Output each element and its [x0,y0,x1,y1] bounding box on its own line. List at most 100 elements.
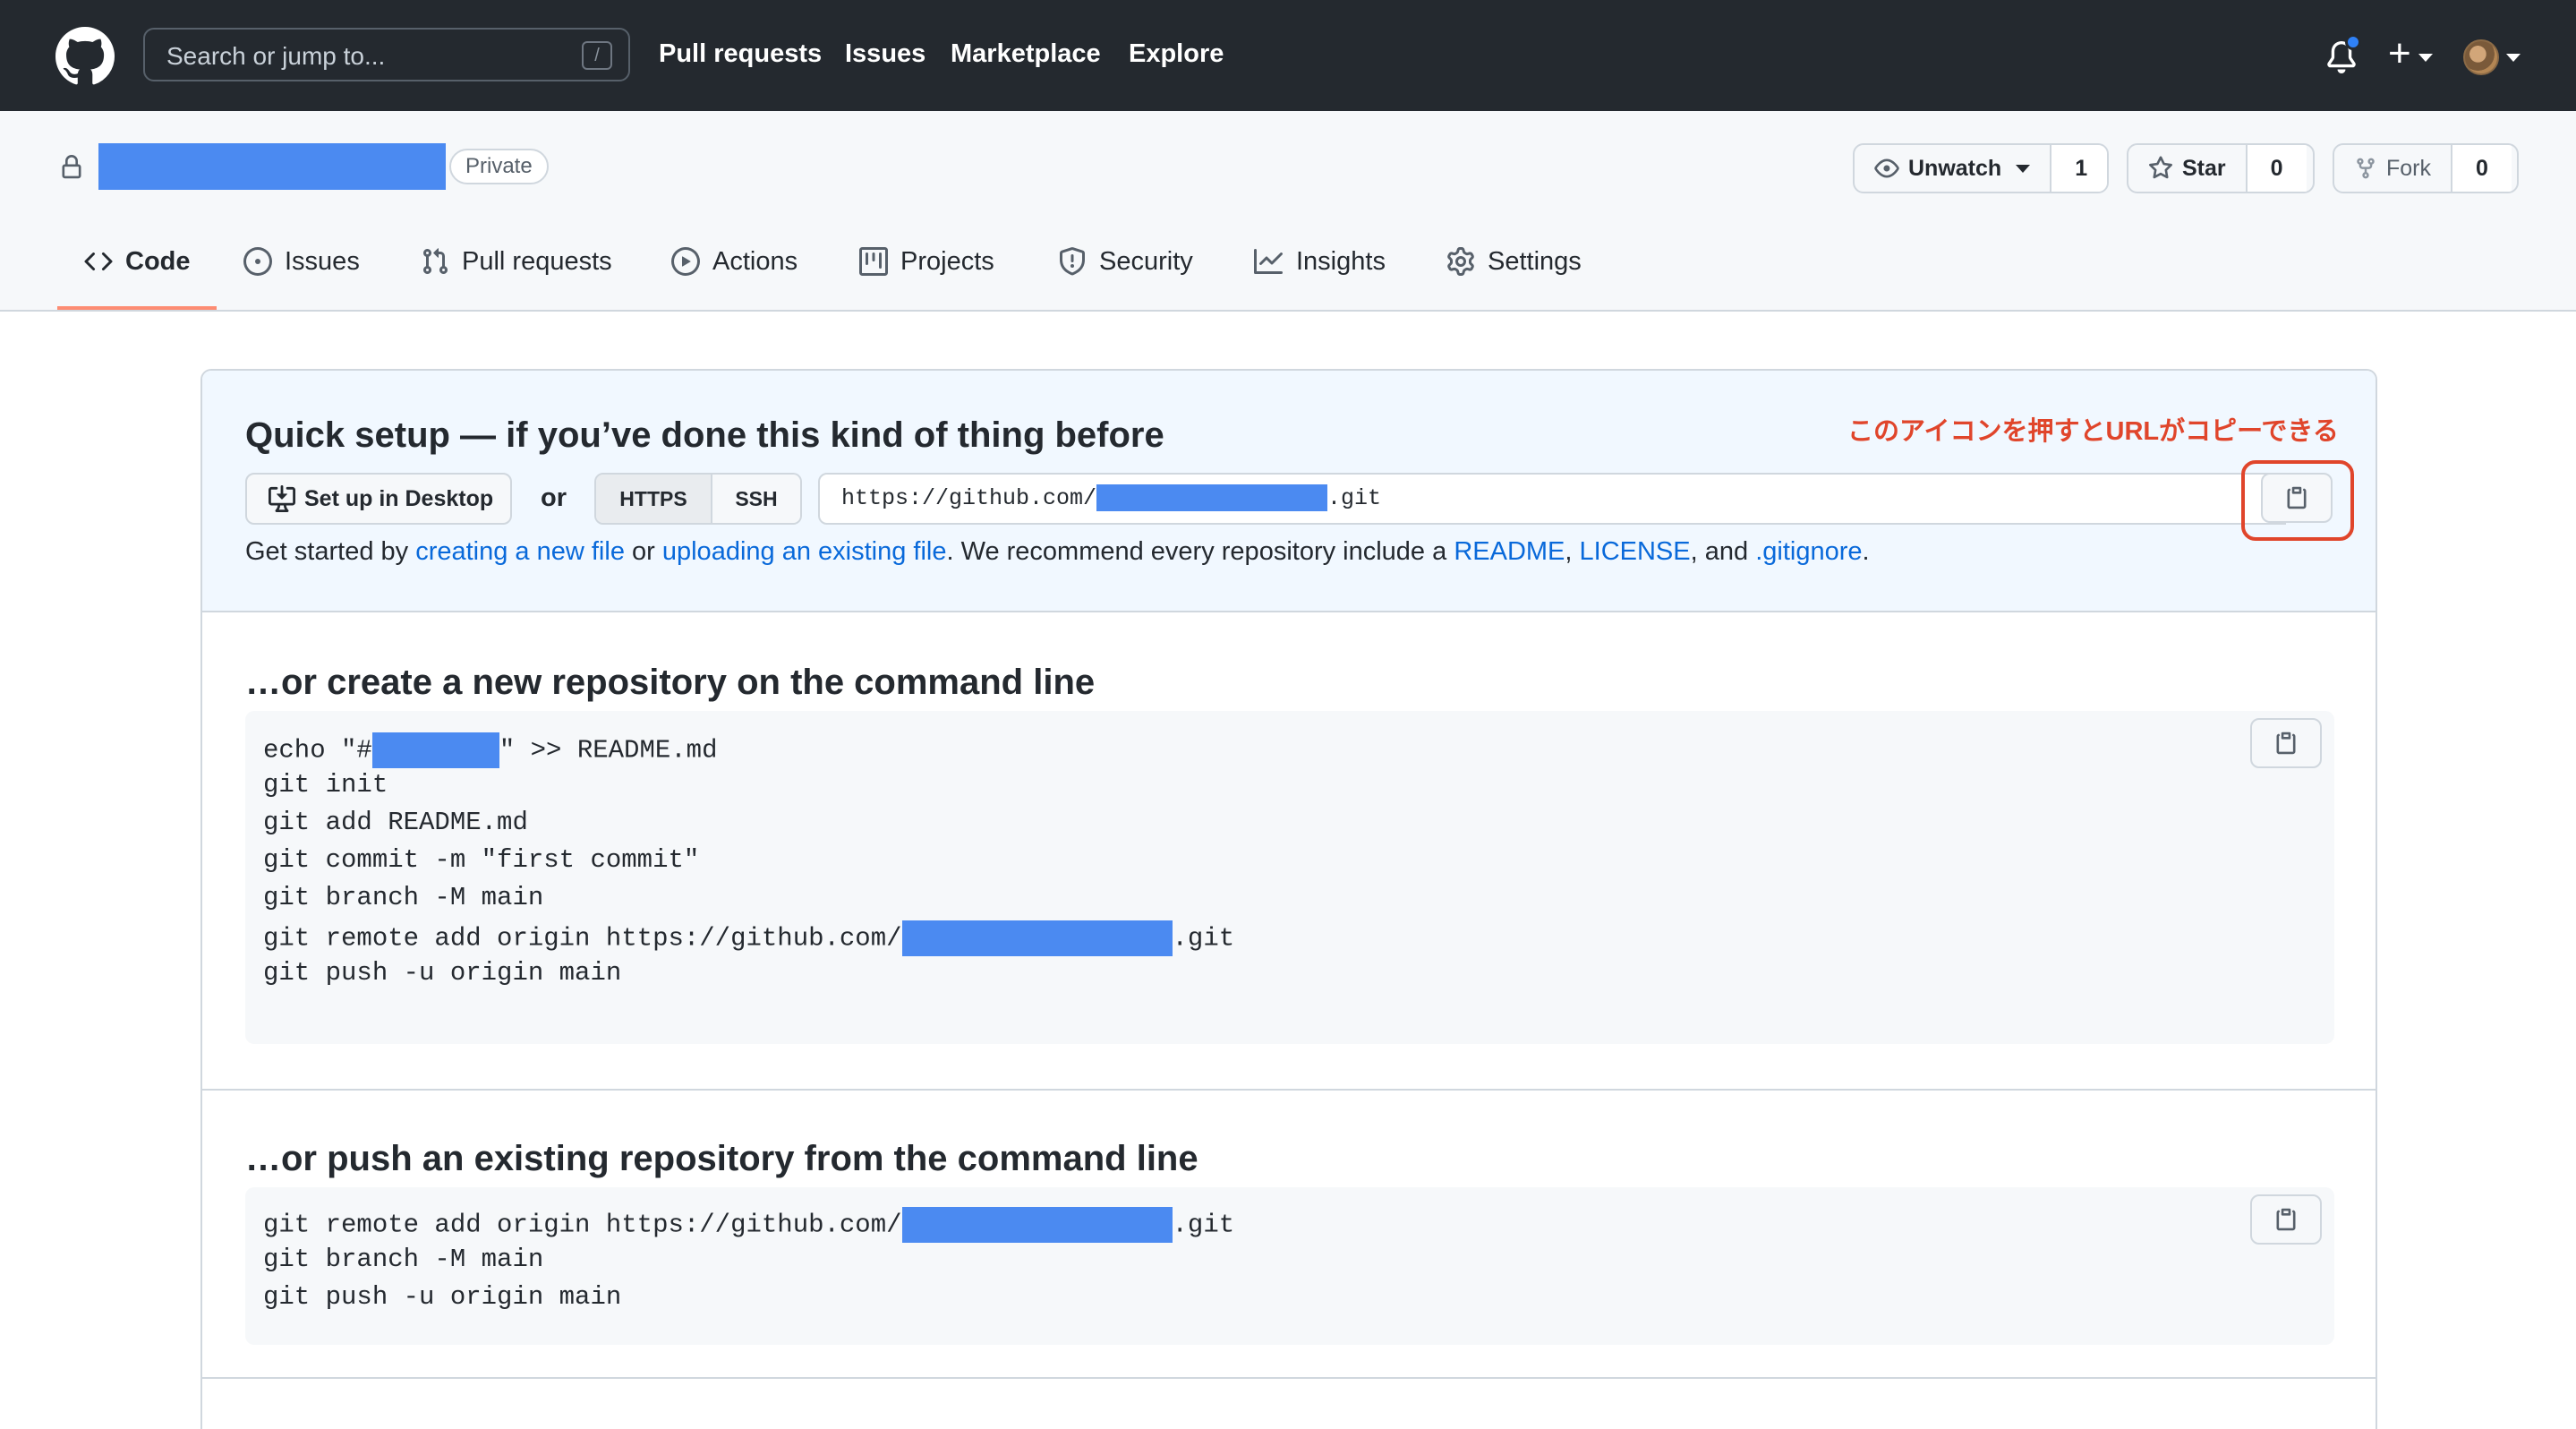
tab-security-label: Security [1099,247,1193,276]
code-remote-b: .git [1172,923,1235,954]
tab-pull-requests[interactable]: Pull requests [421,247,612,310]
fork-label: Fork [2386,155,2431,181]
copy-button-highlight [2241,460,2354,541]
tab-code-label: Code [125,247,191,276]
fork-button[interactable]: Fork [2334,145,2452,192]
project-board-icon [859,247,888,276]
https-button[interactable]: HTTPS [596,475,712,523]
play-circle-icon [671,247,700,276]
active-tab-indicator [57,306,217,310]
code-icon [84,252,113,271]
code-line: git commit -m "first commit" [263,845,700,875]
tab-settings[interactable]: Settings [1446,247,1582,310]
code-echo-b: " >> README.md [499,735,718,766]
issue-opened-icon [243,247,272,276]
desktop-download-icon [269,485,295,512]
tab-projects[interactable]: Projects [859,247,994,310]
fork-count[interactable]: 0 [2452,145,2512,192]
get-started-t3: . We recommend every repository include … [946,537,1454,566]
github-logo-icon[interactable] [55,27,115,86]
setup-desktop-button[interactable]: Set up in Desktop [245,473,512,525]
code-line: git remote add origin https://github.com… [263,1207,1234,1243]
code-line: git push -u origin main [263,958,622,988]
code-line: git init [263,770,388,800]
create-new-plus-icon[interactable]: + [2388,34,2411,73]
nav-issues[interactable]: Issues [845,39,925,69]
repo-path-redacted [901,920,1173,956]
new-repo-title: …or create a new repository on the comma… [245,663,1096,702]
upload-file-link[interactable]: uploading an existing file [662,537,947,566]
star-icon [2149,156,2172,179]
github-page: Search or jump to... / Pull requests Iss… [0,0,2576,1429]
nav-explore[interactable]: Explore [1129,39,1224,69]
repo-name-redacted[interactable] [98,143,446,190]
repository-header: Private Unwatch 1 Star 0 Fork 0 Code Iss… [0,111,2576,312]
protocol-toggle: HTTPS SSH [594,473,802,525]
visibility-badge: Private [449,149,549,184]
readme-link[interactable]: README [1454,537,1565,566]
lock-icon [62,155,81,179]
notification-dot-icon [2345,34,2361,50]
watch-caret-icon [2016,164,2031,173]
repo-path-redacted [901,1207,1173,1243]
unwatch-button[interactable]: Unwatch [1855,145,2052,192]
unwatch-label: Unwatch [1908,155,2002,181]
code-line: git push -u origin main [263,1282,622,1312]
ssh-button[interactable]: SSH [712,475,800,523]
tab-insights-label: Insights [1296,247,1386,276]
fork-icon [2357,158,2375,179]
clipboard-icon [2276,1208,2296,1231]
fork-button-group: Fork 0 [2333,143,2519,193]
setup-desktop-label: Set up in Desktop [304,485,494,511]
code-remote-a: git remote add origin https://github.com… [263,1210,902,1240]
code-line: echo "# " >> README.md [263,732,717,768]
copy-push-commands-button[interactable] [2250,1194,2322,1245]
eye-icon [1874,158,1899,178]
code-line: git remote add origin https://github.com… [263,920,1234,956]
tab-code[interactable]: Code [84,247,191,310]
graph-icon [1254,249,1283,274]
user-menu-caret-icon[interactable] [2506,54,2521,62]
star-button-group: Star 0 [2127,143,2315,193]
create-dropdown-caret-icon[interactable] [2418,54,2433,62]
gitignore-link[interactable]: .gitignore [1755,537,1862,566]
tab-insights[interactable]: Insights [1253,247,1386,310]
url-suffix: .git [1327,485,1382,511]
nav-marketplace[interactable]: Marketplace [951,39,1101,69]
user-avatar[interactable] [2463,39,2499,75]
create-new-file-link[interactable]: creating a new file [415,537,625,566]
code-remote-a: git remote add origin https://github.com… [263,923,902,954]
code-line: git branch -M main [263,883,544,912]
tab-security[interactable]: Security [1058,247,1193,310]
section-divider [202,1377,2376,1379]
code-remote-b: .git [1172,1210,1235,1240]
tab-settings-label: Settings [1488,247,1582,276]
license-link[interactable]: LICENSE [1580,537,1691,566]
or-label: or [541,483,567,512]
copy-new-repo-commands-button[interactable] [2250,718,2322,768]
tab-actions[interactable]: Actions [671,247,798,310]
repo-name-redacted [371,732,499,768]
code-line: git branch -M main [263,1245,544,1274]
nav-pull-requests[interactable]: Pull requests [659,39,822,69]
search-input[interactable]: Search or jump to... / [143,28,630,81]
tab-actions-label: Actions [712,247,798,276]
clone-url-field[interactable]: https://github.com/ .git [818,473,2286,525]
get-started-t2: or [624,537,662,566]
watch-count[interactable]: 1 [2051,145,2107,192]
url-prefix: https://github.com/ [841,485,1097,511]
quick-setup-section: Quick setup — if you’ve done this kind o… [202,371,2376,612]
shield-icon [1060,247,1085,276]
code-echo-a: echo "# [263,735,372,766]
star-button[interactable]: Star [2128,145,2248,192]
star-count[interactable]: 0 [2247,145,2307,192]
pull-request-icon [422,248,448,275]
search-placeholder: Search or jump to... [166,42,386,70]
setup-box: Quick setup — if you’ve done this kind o… [200,369,2377,1429]
clipboard-icon [2276,732,2296,755]
get-started-t6: . [1862,537,1870,566]
get-started-text: Get started by creating a new file or up… [245,537,1870,567]
gear-icon [1447,247,1474,276]
tab-issues[interactable]: Issues [243,247,360,310]
new-repo-code-block: echo "# " >> README.md git init git add R… [245,711,2334,1044]
